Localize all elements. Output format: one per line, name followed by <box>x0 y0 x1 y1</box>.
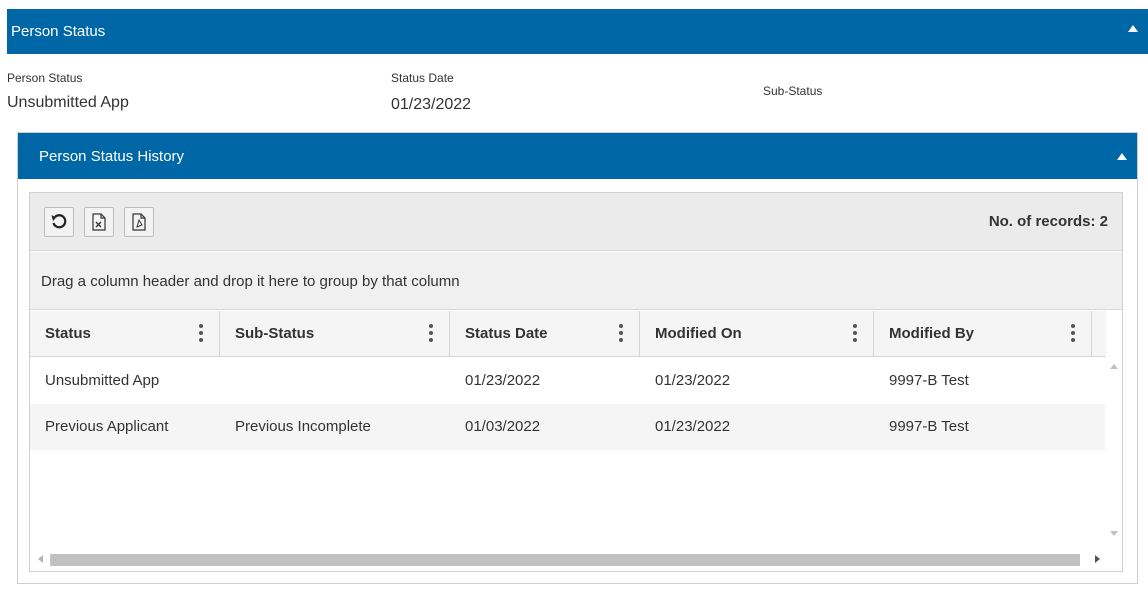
caret-up-icon[interactable] <box>1117 153 1127 160</box>
column-title: Status Date <box>465 325 548 342</box>
column-menu-icon[interactable] <box>619 324 623 342</box>
caret-up-icon[interactable] <box>1128 25 1138 32</box>
cell-status-date: 01/23/2022 <box>465 372 541 389</box>
cell-status: Unsubmitted App <box>45 372 160 389</box>
status-date-value: 01/23/2022 <box>391 96 472 113</box>
cell-sub-status: Previous Incomplete <box>235 418 371 435</box>
sub-status-label: Sub-Status <box>763 84 823 98</box>
cell-modified-by: 9997-B Test <box>889 372 969 389</box>
person-status-history-panel: Person Status History No. of records: 2 … <box>17 132 1138 584</box>
panel-title: Person Status <box>11 23 106 40</box>
cell-modified-on: 01/23/2022 <box>655 372 731 389</box>
refresh-button[interactable] <box>44 207 74 237</box>
export-excel-button[interactable] <box>84 207 114 237</box>
column-title: Modified By <box>889 325 974 342</box>
grid-body: Unsubmitted App 01/23/2022 01/23/2022 99… <box>30 358 1106 548</box>
scrollbar-thumb[interactable] <box>50 554 1080 566</box>
records-count: No. of records: 2 <box>988 213 1108 230</box>
cell-modified-on: 01/23/2022 <box>655 418 731 435</box>
person-status-label: Person Status <box>7 71 83 85</box>
export-pdf-button[interactable] <box>124 207 154 237</box>
grid-header-row: Status Sub-Status Status Date Modified O… <box>30 311 1106 357</box>
horizontal-scrollbar[interactable] <box>30 547 1106 571</box>
table-row[interactable]: Previous Applicant Previous Incomplete 0… <box>30 404 1106 450</box>
cell-modified-by: 9997-B Test <box>889 418 969 435</box>
person-status-panel-header[interactable]: Person Status <box>7 9 1148 54</box>
cell-status-date: 01/03/2022 <box>465 418 541 435</box>
history-grid: No. of records: 2 Drag a column header a… <box>29 192 1123 572</box>
scroll-right-icon[interactable] <box>1095 555 1100 563</box>
status-date-label: Status Date <box>391 71 454 85</box>
column-header-modified-by[interactable]: Modified By <box>874 311 1092 357</box>
grid-toolbar: No. of records: 2 <box>30 193 1122 251</box>
person-status-value: Unsubmitted App <box>7 94 129 111</box>
excel-export-icon <box>92 213 106 231</box>
column-menu-icon[interactable] <box>1071 324 1075 342</box>
scroll-up-icon[interactable] <box>1110 364 1118 369</box>
column-title: Modified On <box>655 325 742 342</box>
column-header-sub-status[interactable]: Sub-Status <box>220 311 450 357</box>
group-by-drop-zone[interactable]: Drag a column header and drop it here to… <box>30 252 1122 310</box>
history-panel-header[interactable]: Person Status History <box>18 133 1137 179</box>
vertical-scrollbar[interactable] <box>1105 358 1122 548</box>
column-menu-icon[interactable] <box>853 324 857 342</box>
column-header-modified-on[interactable]: Modified On <box>640 311 874 357</box>
cell-status: Previous Applicant <box>45 418 169 435</box>
scroll-left-icon[interactable] <box>38 555 43 563</box>
column-title: Sub-Status <box>235 325 315 342</box>
pdf-export-icon <box>132 213 146 231</box>
column-header-status[interactable]: Status <box>30 311 220 357</box>
column-menu-icon[interactable] <box>429 324 433 342</box>
column-header-status-date[interactable]: Status Date <box>450 311 640 357</box>
column-menu-icon[interactable] <box>199 324 203 342</box>
group-hint-text: Drag a column header and drop it here to… <box>41 273 460 290</box>
table-row[interactable]: Unsubmitted App 01/23/2022 01/23/2022 99… <box>30 358 1106 404</box>
scroll-down-icon[interactable] <box>1110 531 1118 536</box>
column-title: Status <box>45 325 91 342</box>
refresh-icon <box>51 214 67 229</box>
history-panel-title: Person Status History <box>39 147 185 165</box>
